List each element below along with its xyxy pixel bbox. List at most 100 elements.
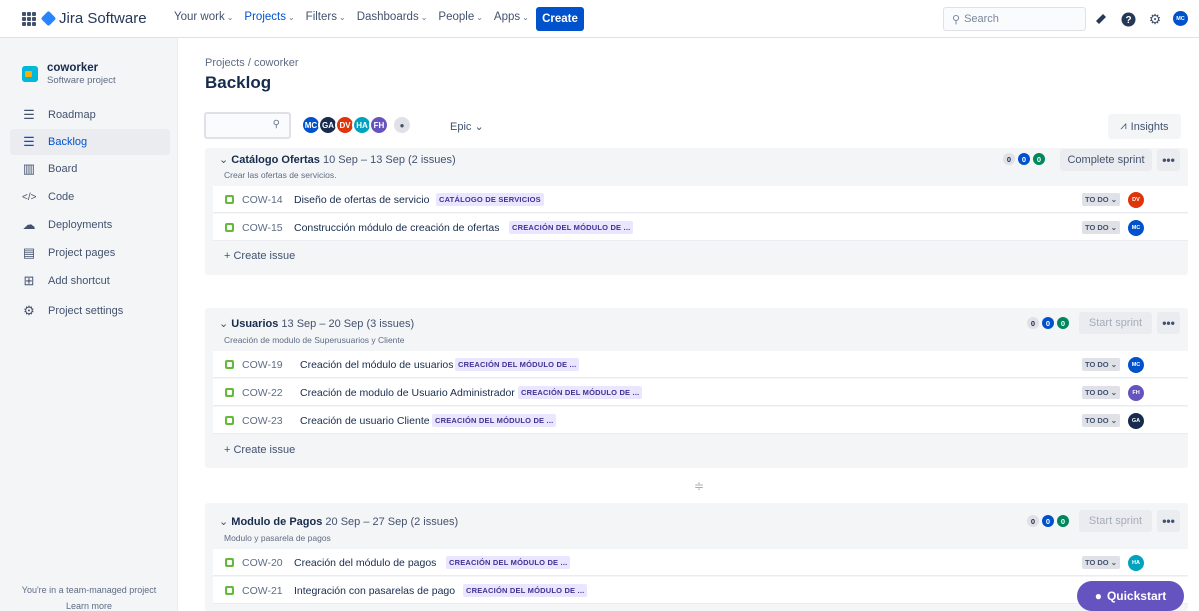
- project-name: coworker: [47, 62, 99, 74]
- complete-sprint-button[interactable]: Complete sprint: [1060, 149, 1152, 171]
- sidebar-item-project-pages[interactable]: ▤ Project pages: [10, 240, 170, 266]
- sprint-header[interactable]: ⌄ Modulo de Pagos 20 Sep – 27 Sep (2 iss…: [219, 515, 458, 528]
- add-shortcut-icon: ⊞: [23, 273, 35, 288]
- issue-row[interactable]: COW-19 Creación del módulo de usuarios C…: [213, 351, 1188, 378]
- assignee-avatar: MC: [1128, 357, 1144, 373]
- story-icon: [225, 223, 234, 232]
- assignee-avatar: HA: [1128, 555, 1144, 571]
- chevron-down-icon: ⌄: [420, 12, 428, 22]
- issue-row[interactable]: COW-14 Diseño de ofertas de servicio CAT…: [213, 186, 1188, 213]
- assignee-filter: MC GA DV HA FH ●: [301, 115, 412, 135]
- sprint-more-icon[interactable]: •••: [1157, 312, 1180, 334]
- epic-label: CREACIÓN DEL MÓDULO DE ...: [446, 556, 571, 569]
- sidebar-item-roadmap[interactable]: ☰ Roadmap: [10, 102, 170, 128]
- nav-apps[interactable]: Apps ⌄: [494, 11, 529, 23]
- search-input[interactable]: ⚲ Search: [943, 7, 1086, 31]
- notifications-icon[interactable]: [1093, 11, 1109, 27]
- insights-chart-icon: ⩘: [1120, 120, 1127, 132]
- sprint-goal: Modulo y pasarela de pagos: [224, 533, 331, 543]
- chevron-down-icon: ⌄: [522, 12, 529, 22]
- issue-row[interactable]: COW-20 Creación del módulo de pagos CREA…: [213, 549, 1188, 576]
- sidebar: coworker Software project ☰ Roadmap ☰ Backl…: [0, 38, 178, 611]
- status-dropdown[interactable]: TO DO ⌄: [1082, 414, 1120, 427]
- status-dropdown[interactable]: TO DO ⌄: [1082, 358, 1120, 371]
- team-managed-note: You're in a team-managed project: [21, 585, 157, 595]
- sprint-catalogo-ofertas: ⌄ Catálogo Ofertas 10 Sep – 13 Sep (2 is…: [205, 148, 1188, 275]
- nav-projects[interactable]: Projects ⌄: [244, 11, 294, 23]
- resize-handle-icon[interactable]: ≑: [694, 479, 704, 493]
- help-icon[interactable]: ?: [1120, 11, 1136, 27]
- status-dropdown[interactable]: TO DO ⌄: [1082, 221, 1120, 234]
- issue-row[interactable]: COW-15 Construcción módulo de creación d…: [213, 214, 1188, 241]
- add-people-icon[interactable]: ●: [392, 115, 412, 135]
- issue-counts: 000: [1027, 515, 1069, 527]
- issue-row[interactable]: COW-22 Creación de modulo de Usuario Adm…: [213, 379, 1188, 406]
- app-switcher-icon[interactable]: [22, 12, 36, 26]
- sprint-goal: Crear las ofertas de servicios.: [224, 170, 337, 180]
- issue-row[interactable]: COW-21 Integración con pasarelas de pago…: [213, 577, 1188, 604]
- chevron-down-icon: ⌄: [219, 154, 229, 166]
- breadcrumb-project[interactable]: coworker: [254, 57, 299, 69]
- epic-label: CREACIÓN DEL MÓDULO DE ...: [463, 584, 588, 597]
- top-navigation: Jira Software Your work ⌄ Projects ⌄ Filte…: [0, 0, 1199, 38]
- status-dropdown[interactable]: TO DO ⌄: [1082, 556, 1120, 569]
- settings-icon: ⚙: [23, 303, 35, 318]
- project-avatar-icon: [22, 66, 38, 82]
- sprint-usuarios: ⌄ Usuarios 13 Sep – 20 Sep (3 issues) Cr…: [205, 308, 1188, 468]
- sidebar-item-code[interactable]: </> Code: [10, 184, 170, 210]
- sidebar-item-project-settings[interactable]: ⚙ Project settings: [10, 298, 170, 324]
- insights-button[interactable]: ⩘ Insights: [1108, 114, 1181, 139]
- start-sprint-button[interactable]: Start sprint: [1079, 312, 1152, 334]
- sprint-goal: Creación de modulo de Superusuarios y Cl…: [224, 335, 405, 345]
- chevron-down-icon: ⌄: [338, 12, 346, 22]
- create-button[interactable]: Create: [536, 7, 584, 31]
- main-nav: Your work ⌄ Projects ⌄ Filters ⌄ Dashboards…: [174, 11, 540, 23]
- board-icon: ▥: [22, 161, 36, 176]
- epic-label: CREACIÓN DEL MÓDULO DE ...: [518, 386, 643, 399]
- sidebar-item-deployments[interactable]: ☁ Deployments: [10, 212, 170, 238]
- story-icon: [225, 360, 234, 369]
- sprint-header[interactable]: ⌄ Catálogo Ofertas 10 Sep – 13 Sep (2 is…: [219, 153, 456, 166]
- epic-label: CREACIÓN DEL MÓDULO DE ...: [432, 414, 557, 427]
- chevron-down-icon: ⌄: [287, 12, 295, 22]
- learn-more-link[interactable]: Learn more: [0, 601, 178, 611]
- issue-row[interactable]: COW-23 Creación de usuario Cliente CREAC…: [213, 407, 1188, 434]
- search-icon: ⚲: [272, 119, 280, 130]
- project-type: Software project: [47, 75, 116, 86]
- story-icon: [225, 558, 234, 567]
- settings-gear-icon[interactable]: ⚙: [1147, 11, 1163, 27]
- assignee-avatar: MC: [1128, 220, 1144, 236]
- sprint-more-icon[interactable]: •••: [1157, 510, 1180, 532]
- sidebar-item-add-shortcut[interactable]: ⊞ Add shortcut: [10, 268, 170, 294]
- sidebar-item-backlog[interactable]: ☰ Backlog: [10, 129, 170, 155]
- avatar-fh[interactable]: FH: [369, 115, 389, 135]
- status-dropdown[interactable]: TO DO ⌄: [1082, 386, 1120, 399]
- create-issue-button[interactable]: + Create issue: [224, 250, 295, 262]
- nav-people[interactable]: People ⌄: [438, 11, 483, 23]
- epic-label: CREACIÓN DEL MÓDULO DE ...: [455, 358, 580, 371]
- roadmap-icon: ☰: [23, 107, 35, 122]
- backlog-search-input[interactable]: ⚲: [204, 112, 291, 139]
- jira-logo[interactable]: Jira Software: [40, 10, 147, 27]
- chevron-down-icon: ⌄: [219, 318, 229, 330]
- sprint-header[interactable]: ⌄ Usuarios 13 Sep – 20 Sep (3 issues): [219, 317, 414, 330]
- sprint-more-icon[interactable]: •••: [1157, 149, 1180, 171]
- nav-dashboards[interactable]: Dashboards ⌄: [357, 11, 428, 23]
- status-dropdown[interactable]: TO DO ⌄: [1082, 193, 1120, 206]
- quickstart-button[interactable]: ● Quickstart: [1077, 581, 1184, 611]
- user-avatar[interactable]: MC: [1173, 11, 1188, 26]
- assignee-avatar: DV: [1128, 192, 1144, 208]
- project-header[interactable]: coworker Software project: [22, 62, 116, 86]
- start-sprint-button[interactable]: Start sprint: [1079, 510, 1152, 532]
- create-issue-button[interactable]: + Create issue: [224, 444, 295, 456]
- breadcrumb-projects[interactable]: Projects: [205, 57, 245, 69]
- nav-your-work[interactable]: Your work ⌄: [174, 11, 233, 23]
- assignee-avatar: GA: [1128, 413, 1144, 429]
- issue-counts: 000: [1027, 317, 1069, 329]
- pages-icon: ▤: [22, 245, 36, 260]
- epic-filter[interactable]: Epic ⌄: [450, 120, 484, 133]
- search-icon: ⚲: [952, 13, 961, 26]
- sidebar-item-board[interactable]: ▥ Board: [10, 156, 170, 182]
- jira-diamond-icon: [40, 10, 57, 27]
- nav-filters[interactable]: Filters ⌄: [306, 11, 346, 23]
